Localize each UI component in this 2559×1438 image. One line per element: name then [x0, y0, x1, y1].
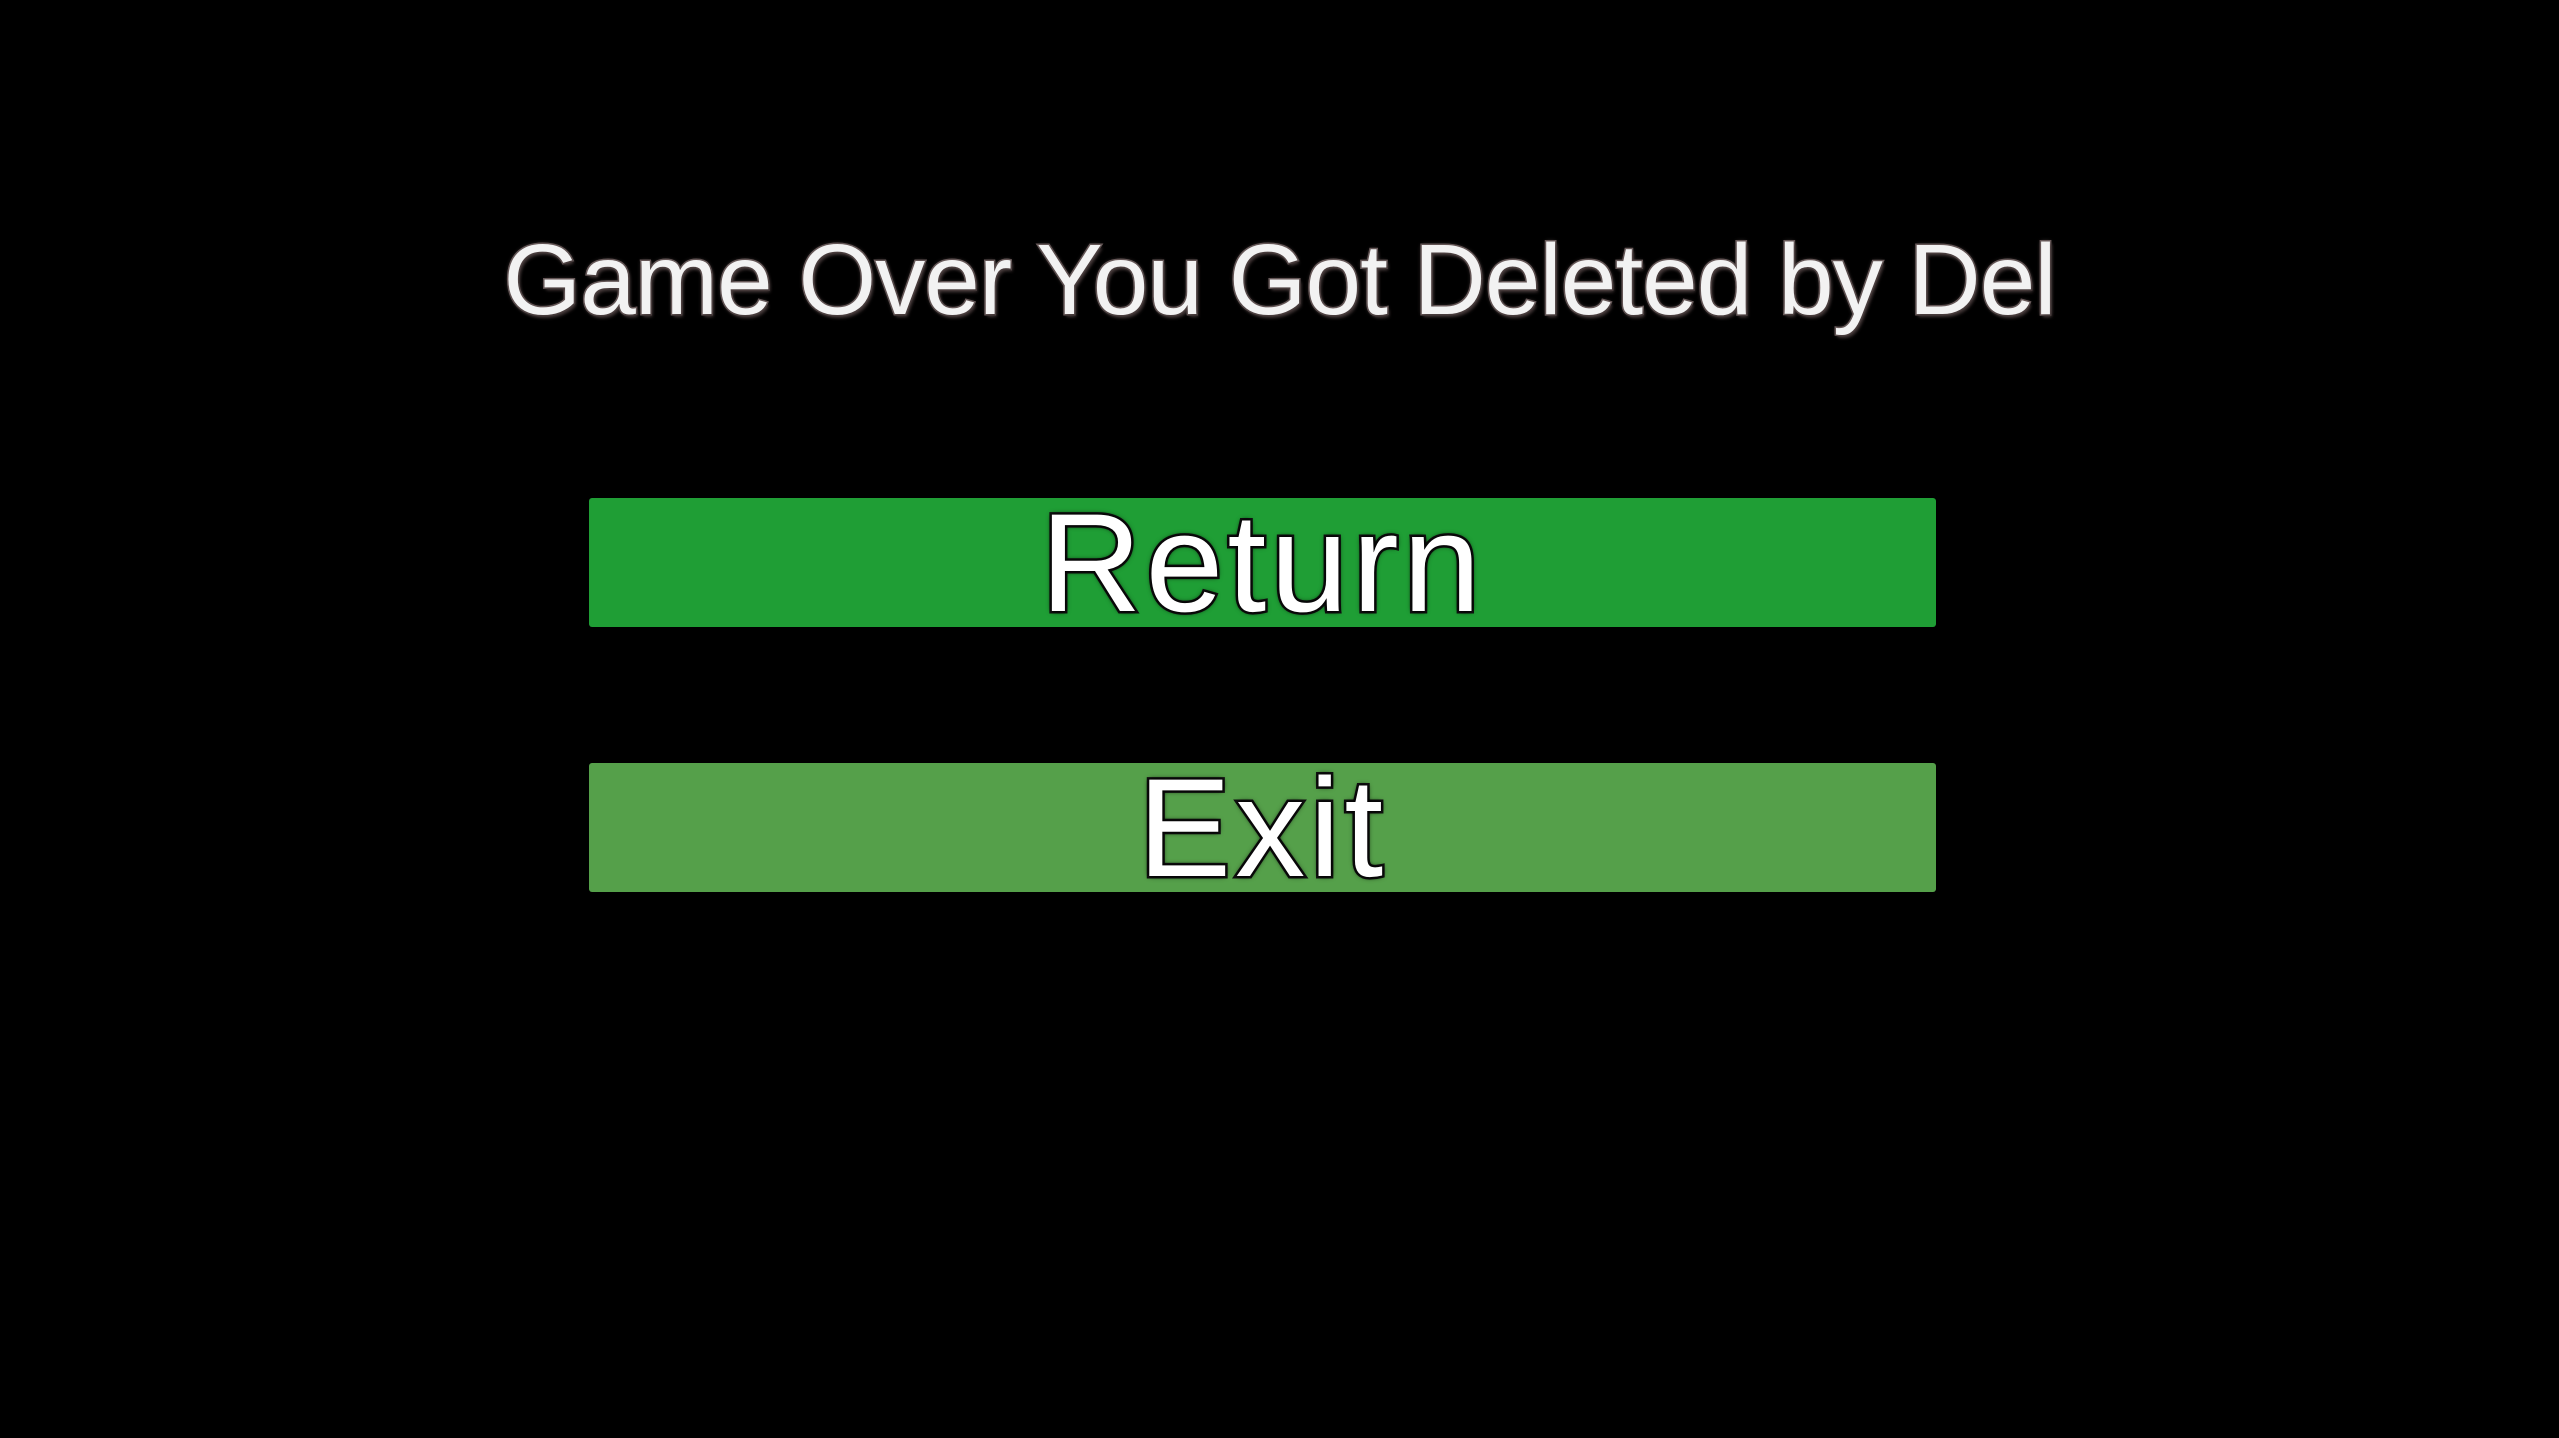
return-button[interactable]: Return — [589, 484, 1936, 641]
game-over-title: Game Over You Got Deleted by Del — [502, 223, 2058, 338]
exit-button-label: Exit — [1135, 749, 1388, 906]
exit-button[interactable]: Exit — [589, 749, 1936, 906]
return-button-label: Return — [1038, 484, 1485, 641]
